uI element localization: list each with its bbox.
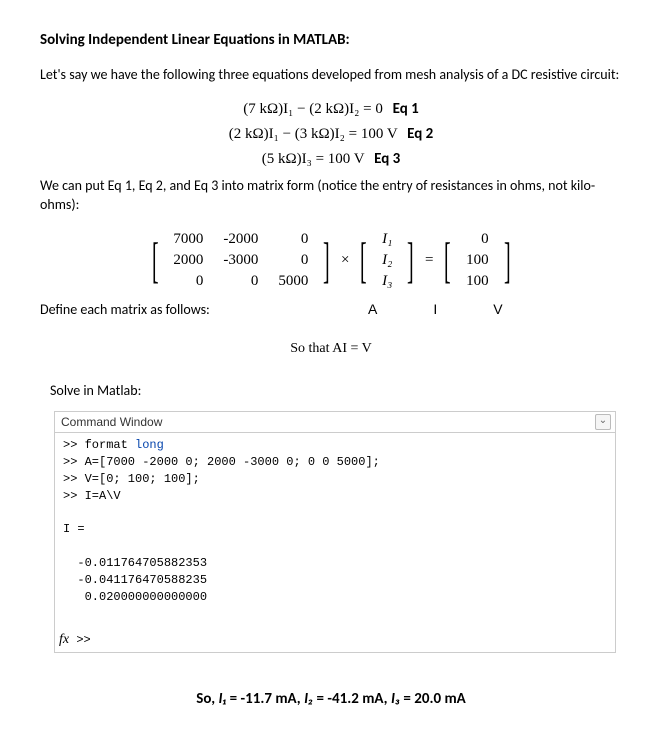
cell: 0 [456, 229, 499, 250]
eq3-label: Eq 3 [374, 150, 400, 168]
cell: 2000 [163, 250, 213, 271]
prompt-line[interactable]: fx >> [55, 628, 615, 652]
equals-icon: = [425, 250, 433, 271]
define-label: Define each matrix as follows: [40, 300, 340, 320]
cell: 7000 [163, 229, 213, 250]
matrix-v: 0 100 100 [456, 229, 499, 292]
code-line: I = [63, 521, 607, 538]
cell: I₂ [372, 250, 402, 271]
bracket-icon: ] [504, 235, 511, 285]
equation-2: (2 kΩ)I₁ − (3 kΩ)I₂ = 100 V Eq 2 [40, 124, 622, 145]
equation-3: (5 kΩ)I₃ = 100 V Eq 3 [40, 149, 622, 170]
cell: 0 [163, 271, 213, 292]
cell: 0 [213, 271, 268, 292]
code-line: 0.020000000000000 [63, 589, 607, 606]
so-that-equation: So that AI = V [40, 339, 622, 359]
code-line: >> I=A\V [63, 488, 607, 505]
matrix-intro: We can put Eq 1, Eq 2, and Eq 3 into mat… [40, 176, 622, 215]
code-line: -0.011764705882353 [63, 555, 607, 572]
page-title: Solving Independent Linear Equations in … [40, 30, 622, 51]
cell: 5000 [268, 271, 318, 292]
command-window-title: Command Window ⌄ [55, 412, 615, 434]
cell: -2000 [213, 229, 268, 250]
command-window: Command Window ⌄ >> format long >> A=[70… [54, 411, 616, 653]
dropdown-icon[interactable]: ⌄ [595, 414, 611, 430]
matrix-name-a: A [368, 300, 377, 320]
cell: 0 [268, 250, 318, 271]
intro-text: Let's say we have the following three eq… [40, 65, 622, 85]
eq3-body: (5 kΩ)I₃ = 100 V [262, 151, 365, 167]
code-line: >> V=[0; 100; 100]; [63, 471, 607, 488]
command-window-body[interactable]: >> format long >> A=[7000 -2000 0; 2000 … [55, 433, 615, 628]
bracket-icon: ] [407, 235, 414, 285]
bracket-icon: [ [360, 235, 367, 285]
equation-1: (7 kΩ)I₁ − (2 kΩ)I₂ = 0 Eq 1 [40, 99, 622, 120]
result-summary: So, I₁ = -11.7 mA, I₂ = -41.2 mA, I₃ = 2… [40, 689, 622, 710]
code-line: >> format long [63, 437, 607, 454]
bracket-icon: [ [444, 235, 451, 285]
eq1-body: (7 kΩ)I₁ − (2 kΩ)I₂ = 0 [243, 101, 383, 117]
cell: 100 [456, 271, 499, 292]
code-line [63, 538, 607, 555]
eq2-label: Eq 2 [407, 125, 433, 143]
cell: -3000 [213, 250, 268, 271]
matrix-name-v: V [493, 300, 502, 320]
cell: I₃ [372, 271, 402, 292]
solve-label: Solve in Matlab: [50, 381, 622, 401]
code-line: -0.041176470588235 [63, 572, 607, 589]
times-icon: × [341, 250, 349, 271]
bracket-icon: [ [152, 235, 159, 285]
code-line [63, 505, 607, 522]
cell: 100 [456, 250, 499, 271]
code-line [63, 605, 607, 622]
bracket-icon: ] [323, 235, 330, 285]
code-line: >> A=[7000 -2000 0; 2000 -3000 0; 0 0 50… [63, 454, 607, 471]
matrix-i: I₁ I₂ I₃ [372, 229, 402, 292]
eq1-label: Eq 1 [393, 100, 419, 118]
cell: I₁ [372, 229, 402, 250]
define-row: Define each matrix as follows: A I V [40, 300, 622, 320]
eq2-body: (2 kΩ)I₁ − (3 kΩ)I₂ = 100 V [229, 126, 398, 142]
matrix-name-i: I [433, 300, 437, 320]
cell: 0 [268, 229, 318, 250]
matrix-equation: [ 7000-20000 2000-30000 005000 ] × [ I₁ … [40, 229, 622, 292]
matrix-a: 7000-20000 2000-30000 005000 [163, 229, 318, 292]
prompt-symbol: >> [76, 633, 90, 647]
fx-icon: fx [59, 632, 69, 647]
